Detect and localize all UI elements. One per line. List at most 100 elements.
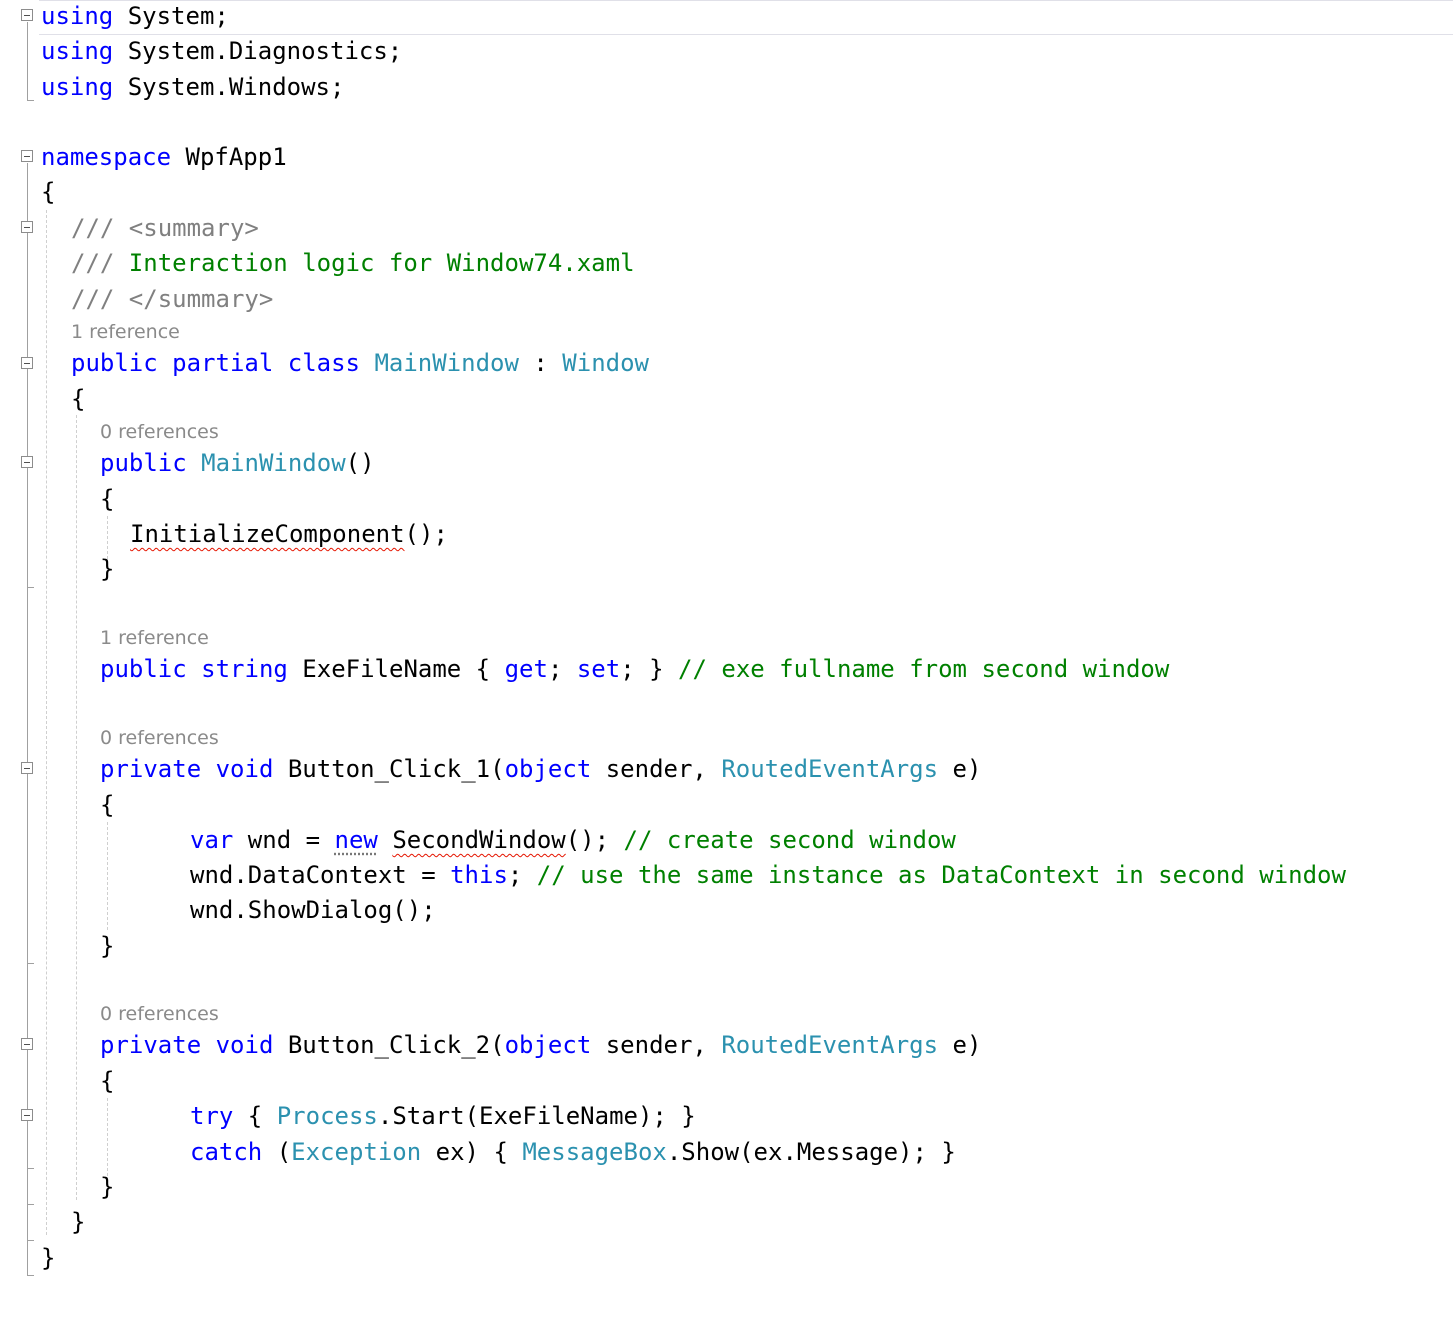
code-line[interactable]: namespace WpfApp1 [41,139,287,175]
code-text: ExeFileName { [287,655,505,683]
code-line[interactable]: public partial class MainWindow : Window [71,345,649,381]
doc-comment-slashes: /// [71,285,115,313]
codelens-references[interactable]: 1 reference [71,321,180,343]
collapse-usings-icon[interactable] [21,9,33,21]
code-text: e) [938,755,982,783]
keyword: catch [190,1138,263,1166]
code-text: { [71,385,86,413]
code-line[interactable]: { [100,1063,114,1099]
code-line[interactable]: /// </summary> [71,281,273,317]
code-line[interactable]: } [71,1204,85,1240]
code-text: ; } [620,655,679,683]
collapse-method2-icon[interactable] [21,1038,33,1050]
outline-line [27,22,28,100]
code-line[interactable]: InitializeComponent(); [130,516,448,552]
code-text: WpfApp1 [171,143,287,171]
current-line-highlight [39,0,1453,35]
outline-end [27,100,34,101]
code-text: } [100,1173,115,1201]
code-line[interactable]: try { Process.Start(ExeFileName); } [190,1098,696,1134]
code-text: System; [113,2,229,30]
code-line[interactable]: wnd.ShowDialog(); [190,892,436,928]
code-line[interactable]: using System.Windows; [41,69,344,105]
code-line[interactable]: using System; [41,0,229,34]
collapse-method1-icon[interactable] [21,762,33,774]
code-text: { [100,485,115,513]
code-line[interactable]: using System.Diagnostics; [41,33,402,69]
code-line[interactable]: private void Button_Click_1(object sende… [100,751,981,787]
code-text: wnd.DataContext = [190,861,451,889]
error-squiggle-identifier[interactable]: InitializeComponent [130,520,405,548]
code-line[interactable]: } [100,928,114,964]
collapse-summary-icon[interactable] [21,221,33,233]
keyword: public string [100,655,288,683]
type-name: Process [276,1102,378,1130]
code-text: { [233,1102,277,1130]
doc-comment-slashes: /// [71,249,115,277]
code-line[interactable]: wnd.DataContext = this; // use the same … [190,857,1346,893]
code-text: System.Diagnostics; [113,37,403,65]
codelens-references[interactable]: 0 references [100,727,219,749]
code-text: { [100,791,115,819]
code-text: ( [262,1138,292,1166]
code-line[interactable]: /// Interaction logic for Window74.xaml [71,245,635,281]
code-text: Button_Click_2( [273,1031,505,1059]
code-line[interactable]: private void Button_Click_2(object sende… [100,1027,981,1063]
code-line[interactable]: { [100,787,114,823]
codelens-references[interactable]: 0 references [100,1003,219,1025]
type-name: MessageBox [522,1138,667,1166]
code-text: wnd = [233,826,335,854]
code-text: } [41,1244,56,1272]
type-name: RoutedEventArgs [721,1031,939,1059]
outline-end [27,1240,34,1241]
outline-end [27,963,34,964]
keyword: namespace [41,143,172,171]
code-text: ; [547,655,577,683]
indent-guide [76,415,77,1200]
codelens-references[interactable]: 0 references [100,421,219,443]
keyword: object [504,755,592,783]
indent-guide [46,210,47,1235]
keyword: try [190,1102,234,1130]
code-text: ex) { [421,1138,523,1166]
keyword: using [41,2,114,30]
code-text: sender, [591,755,722,783]
code-text: : [518,349,563,377]
keyword: set [576,655,621,683]
type-name: RoutedEventArgs [721,755,939,783]
code-line[interactable]: var wnd = new SecondWindow(); // create … [190,822,956,858]
code-line[interactable]: } [100,551,114,587]
code-line[interactable]: { [100,481,114,517]
doc-comment-slashes: /// [71,214,115,242]
code-line[interactable]: { [71,381,85,417]
error-squiggle-identifier[interactable]: SecondWindow [392,826,565,854]
code-line[interactable]: { [41,174,55,210]
code-line[interactable]: public string ExeFileName { get; set; } … [100,651,1169,687]
collapse-class-icon[interactable] [21,357,33,369]
code-line[interactable]: } [41,1240,55,1276]
indent-guide [107,1098,108,1176]
outline-end [27,1275,34,1276]
code-line[interactable]: /// <summary> [71,210,259,246]
code-text: .Show(ex.Message); } [666,1138,956,1166]
code-line[interactable]: } [100,1169,114,1205]
type-name: MainWindow [201,449,346,477]
collapse-namespace-icon[interactable] [21,150,33,162]
collapse-try-icon[interactable] [21,1109,33,1121]
code-text: () [345,449,375,477]
code-line[interactable]: catch (Exception ex) { MessageBox.Show(e… [190,1134,956,1170]
code-text: Button_Click_1( [273,755,505,783]
code-line[interactable]: public MainWindow() [100,445,375,481]
keyword: get [504,655,548,683]
collapse-constructor-icon[interactable] [21,456,33,468]
code-text: { [41,178,56,206]
code-editor[interactable]: using System; using System.Diagnostics; … [0,0,1453,1317]
doc-comment-tag: </summary> [114,285,274,313]
indent-guide [107,822,108,930]
doc-comment-tag: <summary> [114,214,259,242]
code-text: (); [404,520,448,548]
code-text: .Start(ExeFileName); } [377,1102,696,1130]
comment: // use the same instance as DataContext … [536,861,1346,889]
codelens-references[interactable]: 1 reference [100,627,209,649]
outline-end [27,587,34,588]
